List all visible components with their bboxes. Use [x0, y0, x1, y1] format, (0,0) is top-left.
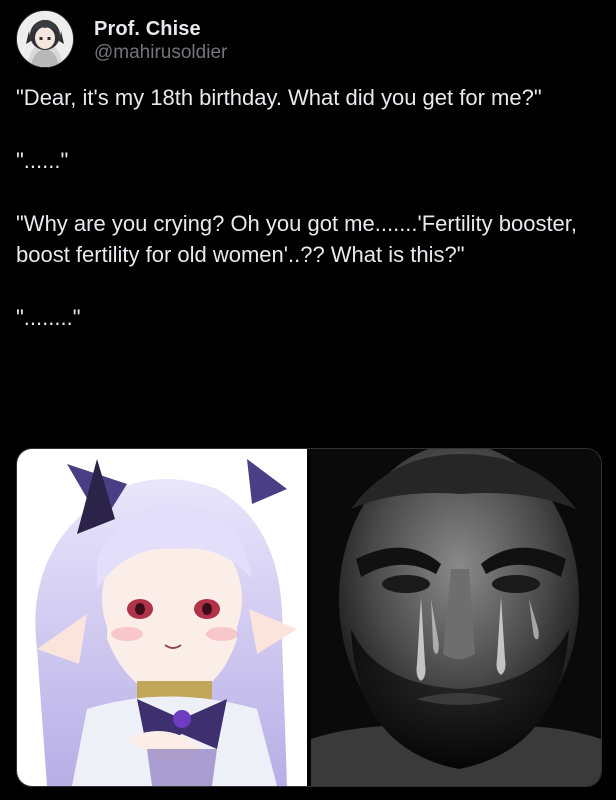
- user-info: Prof. Chise @mahirusoldier: [94, 18, 227, 64]
- crying-bearded-man-photo: [311, 449, 601, 786]
- tweet: Prof. Chise @mahirusoldier "Dear, it's m…: [0, 0, 616, 800]
- anime-avatar-icon: [17, 11, 73, 67]
- media-image-right[interactable]: [311, 449, 601, 786]
- tweet-paragraph: "Why are you crying? Oh you got me......…: [16, 211, 584, 267]
- handle[interactable]: @mahirusoldier: [94, 42, 227, 64]
- anime-girl-illustration: [17, 449, 307, 786]
- tweet-media: [16, 448, 602, 787]
- tweet-paragraph: "......": [16, 148, 69, 173]
- media-image-left[interactable]: [17, 449, 307, 786]
- tweet-header: Prof. Chise @mahirusoldier: [16, 10, 600, 74]
- tweet-paragraph: "Dear, it's my 18th birthday. What did y…: [16, 85, 542, 110]
- avatar[interactable]: [16, 10, 74, 68]
- tweet-text: "Dear, it's my 18th birthday. What did y…: [16, 82, 606, 333]
- display-name[interactable]: Prof. Chise: [94, 18, 227, 41]
- tweet-paragraph: "........": [16, 305, 81, 330]
